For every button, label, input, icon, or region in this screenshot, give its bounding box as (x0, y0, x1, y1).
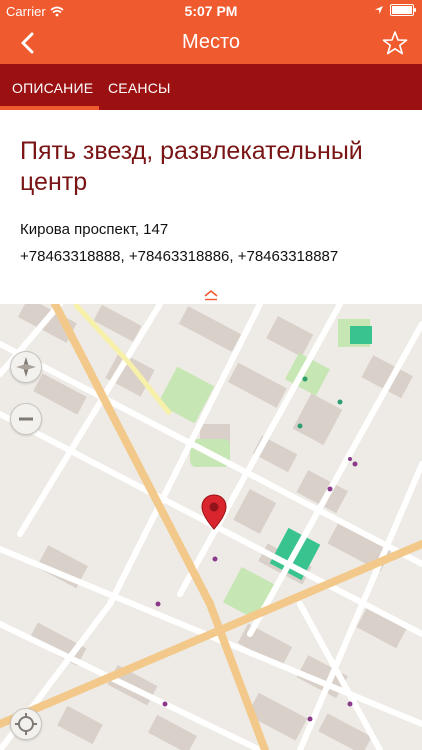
place-name: Пять звезд, развлекательный центр (20, 137, 363, 196)
active-tab-indicator (0, 106, 99, 110)
status-time: 5:07 PM (184, 3, 238, 19)
map-view[interactable] (0, 304, 422, 750)
page-title: Место (181, 31, 241, 53)
location-arrow-icon (375, 6, 383, 14)
place-phones[interactable]: +78463318888, +78463318886, +78463318887 (20, 248, 338, 265)
locate-me-button[interactable] (10, 708, 42, 740)
tab-bar: ОПИСАНИЕ СЕАНСЫ (0, 64, 422, 110)
compass-icon (16, 357, 36, 377)
map-pin-icon[interactable] (201, 494, 227, 530)
compass-button[interactable] (10, 351, 42, 383)
nav-row: Место (0, 22, 422, 64)
tab-showtimes[interactable]: СЕАНСЫ (108, 80, 171, 96)
zoom-out-icon (19, 417, 33, 421)
tab-description[interactable]: ОПИСАНИЕ (12, 80, 93, 96)
locate-me-icon (15, 713, 37, 735)
zoom-out-button[interactable] (10, 403, 42, 435)
place-address: Кирова проспект, 147 (20, 221, 169, 238)
collapse-chevron-icon[interactable] (203, 289, 219, 301)
status-right (374, 4, 416, 16)
status-bar: Carrier 5:07 PM (0, 0, 422, 22)
battery-icon (390, 4, 416, 16)
navigation-bar: Carrier 5:07 PM Место (0, 0, 422, 64)
favorite-star-icon[interactable] (382, 30, 408, 56)
